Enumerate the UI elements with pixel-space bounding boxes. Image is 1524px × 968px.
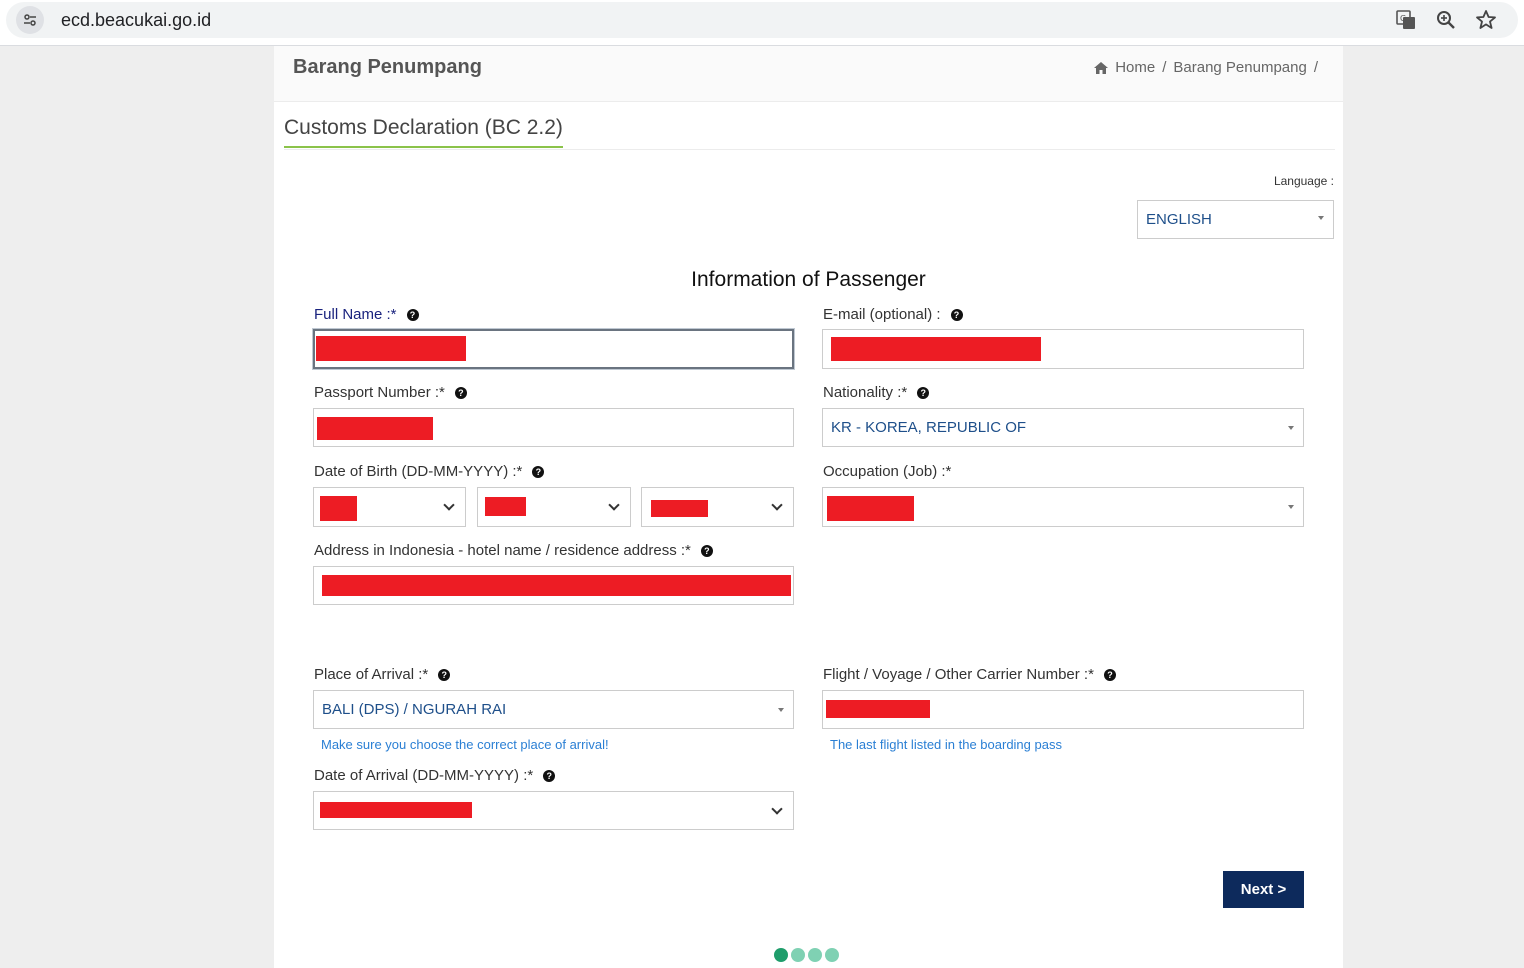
flight-hint: The last flight listed in the boarding p…: [830, 737, 1062, 752]
home-icon: [1094, 61, 1109, 74]
redaction: [320, 496, 357, 521]
arrival-place-value: BALI (DPS) / NGURAH RAI: [322, 701, 507, 718]
chevron-down-icon: [771, 499, 783, 511]
email-input[interactable]: [822, 329, 1304, 369]
caret-down-icon: [1288, 505, 1294, 509]
language-selected-value: ENGLISH: [1146, 211, 1212, 228]
help-icon[interactable]: ?: [1103, 668, 1116, 681]
caret-down-icon: [1318, 216, 1324, 220]
help-icon[interactable]: ?: [438, 668, 451, 681]
address-input[interactable]: [313, 566, 794, 605]
tab-divider: [284, 149, 1335, 150]
arrival-place-label: Place of Arrival :* ?: [314, 666, 451, 683]
translate-icon[interactable]: G: [1394, 8, 1418, 32]
dob-label-text: Date of Birth (DD-MM-YYYY) :*: [314, 463, 523, 480]
browser-toolbar: ecd.beacukai.go.id G: [0, 0, 1524, 46]
nationality-select[interactable]: KR - KOREA, REPUBLIC OF: [822, 408, 1304, 447]
redaction: [320, 802, 472, 818]
step-indicator: [774, 948, 839, 962]
email-label: E-mail (optional) : ?: [823, 306, 963, 323]
breadcrumb-home-link[interactable]: Home: [1115, 59, 1155, 76]
arrival-place-select[interactable]: BALI (DPS) / NGURAH RAI: [313, 690, 794, 729]
redaction: [322, 575, 791, 596]
full-name-label: Full Name :* ?: [314, 306, 419, 323]
occupation-label: Occupation (Job) :*: [823, 463, 951, 480]
passport-label-text: Passport Number :*: [314, 384, 445, 401]
redaction: [485, 497, 526, 516]
occupation-select[interactable]: [822, 487, 1304, 527]
dob-label: Date of Birth (DD-MM-YYYY) :* ?: [314, 463, 545, 480]
page-title: Barang Penumpang: [293, 56, 482, 78]
address-label: Address in Indonesia - hotel name / resi…: [314, 542, 713, 559]
arrival-date-label: Date of Arrival (DD-MM-YYYY) :* ?: [314, 767, 556, 784]
nationality-label: Nationality :* ?: [823, 384, 930, 401]
breadcrumb-separator: /: [1162, 59, 1167, 76]
step-dot[interactable]: [825, 948, 839, 962]
full-name-label-text: Full Name :*: [314, 306, 397, 323]
redaction: [317, 417, 433, 440]
help-icon[interactable]: ?: [917, 386, 930, 399]
site-settings-icon[interactable]: [16, 6, 44, 34]
help-icon[interactable]: ?: [543, 769, 556, 782]
dob-day-select[interactable]: [313, 487, 466, 527]
dob-month-select[interactable]: [477, 487, 631, 527]
caret-down-icon: [778, 708, 784, 712]
step-dot[interactable]: [791, 948, 805, 962]
arrival-date-label-text: Date of Arrival (DD-MM-YYYY) :*: [314, 767, 534, 784]
help-icon[interactable]: ?: [454, 386, 467, 399]
help-icon[interactable]: ?: [950, 308, 963, 321]
next-button[interactable]: Next >: [1223, 871, 1304, 908]
chevron-down-icon: [443, 499, 455, 511]
redaction: [831, 337, 1041, 361]
flight-label-text: Flight / Voyage / Other Carrier Number :…: [823, 666, 1094, 683]
full-name-input[interactable]: [313, 329, 794, 369]
passport-input[interactable]: [313, 408, 794, 447]
redaction: [827, 496, 914, 521]
email-label-text: E-mail (optional) :: [823, 306, 941, 323]
page-container: Barang Penumpang Home / Barang Penumpang…: [274, 46, 1343, 968]
language-label: Language :: [1273, 174, 1334, 188]
help-icon[interactable]: ?: [406, 308, 419, 321]
passport-label: Passport Number :* ?: [314, 384, 467, 401]
redaction: [651, 500, 708, 517]
chevron-down-icon: [771, 803, 783, 815]
section-title: Information of Passenger: [691, 268, 926, 291]
arrival-place-hint: Make sure you choose the correct place o…: [321, 737, 609, 752]
help-icon[interactable]: ?: [700, 544, 713, 557]
address-bar[interactable]: ecd.beacukai.go.id G: [6, 2, 1518, 38]
bookmark-star-icon[interactable]: [1474, 8, 1498, 32]
occupation-label-text: Occupation (Job) :*: [823, 463, 952, 480]
nationality-label-text: Nationality :*: [823, 384, 908, 401]
arrival-date-select[interactable]: [313, 791, 794, 830]
step-dot-active[interactable]: [774, 948, 788, 962]
svg-text:G: G: [1400, 14, 1406, 23]
tab-customs-declaration[interactable]: Customs Declaration (BC 2.2): [284, 116, 563, 148]
language-select[interactable]: ENGLISH: [1137, 200, 1334, 239]
help-icon[interactable]: ?: [532, 465, 545, 478]
breadcrumb: Home / Barang Penumpang /: [1094, 59, 1318, 76]
url-text[interactable]: ecd.beacukai.go.id: [61, 10, 211, 31]
breadcrumb-separator: /: [1313, 59, 1318, 76]
redaction: [316, 336, 466, 361]
breadcrumb-current[interactable]: Barang Penumpang: [1173, 59, 1306, 76]
page-header: Barang Penumpang Home / Barang Penumpang…: [274, 46, 1343, 102]
redaction: [826, 700, 930, 718]
address-label-text: Address in Indonesia - hotel name / resi…: [314, 542, 691, 559]
dob-year-select[interactable]: [641, 487, 794, 527]
zoom-icon[interactable]: [1434, 8, 1458, 32]
step-dot[interactable]: [808, 948, 822, 962]
caret-down-icon: [1288, 426, 1294, 430]
chevron-down-icon: [608, 499, 620, 511]
flight-label: Flight / Voyage / Other Carrier Number :…: [823, 666, 1116, 683]
flight-number-input[interactable]: [822, 690, 1304, 729]
nationality-value: KR - KOREA, REPUBLIC OF: [831, 419, 1027, 436]
arrival-place-label-text: Place of Arrival :*: [314, 666, 429, 683]
